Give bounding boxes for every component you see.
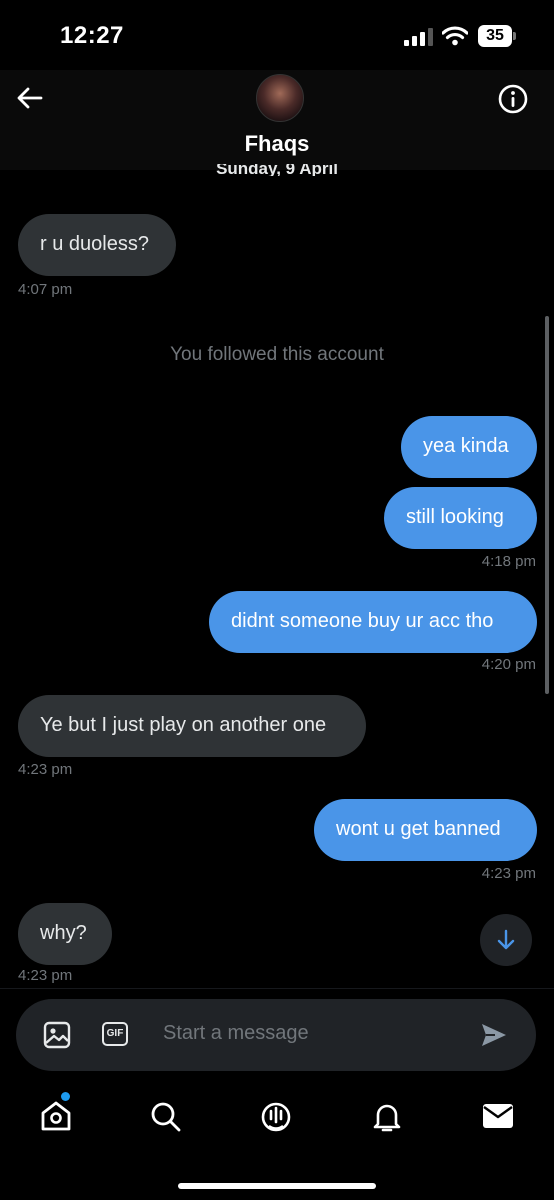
battery-cap-icon: [513, 32, 516, 40]
message-bubble-outgoing[interactable]: still looking: [384, 487, 537, 549]
bottom-navigation: [0, 1080, 554, 1200]
gif-icon: GIF: [106, 1028, 124, 1039]
message-timestamp: 4:23 pm: [18, 761, 73, 778]
wifi-icon: [442, 26, 468, 46]
image-icon[interactable]: [43, 1021, 71, 1049]
send-icon[interactable]: [480, 1022, 508, 1048]
message-bubble-outgoing[interactable]: yea kinda: [401, 416, 537, 478]
message-bubble-outgoing[interactable]: wont u get banned: [314, 799, 537, 861]
cellular-signal-icon: [404, 28, 433, 46]
back-arrow-icon[interactable]: [14, 82, 46, 114]
home-icon[interactable]: [38, 1098, 74, 1134]
search-icon[interactable]: [149, 1100, 183, 1134]
scroll-down-icon: [497, 929, 515, 950]
message-timestamp: 4:07 pm: [18, 281, 73, 298]
notifications-icon[interactable]: [370, 1100, 404, 1134]
message-bubble-incoming[interactable]: why?: [18, 903, 112, 965]
contact-name[interactable]: Fhaqs: [0, 131, 554, 157]
gif-button[interactable]: GIF: [102, 1022, 128, 1046]
message-bubble-incoming[interactable]: r u duoless?: [18, 214, 176, 276]
info-icon[interactable]: [497, 83, 529, 115]
avatar[interactable]: [256, 74, 304, 122]
message-input[interactable]: Start a message: [163, 1022, 309, 1045]
battery-level: 35: [486, 27, 504, 44]
battery-indicator: 35: [478, 25, 512, 47]
scroll-to-bottom-button[interactable]: [480, 914, 532, 966]
messages-icon[interactable]: [482, 1102, 514, 1130]
spaces-icon[interactable]: [259, 1100, 293, 1134]
message-timestamp: 4:20 pm: [481, 656, 536, 673]
message-timestamp: 4:23 pm: [481, 865, 536, 882]
scrollbar[interactable]: [545, 316, 549, 694]
status-time: 12:27: [60, 22, 124, 49]
home-indicator: [178, 1183, 376, 1189]
message-bubble-outgoing[interactable]: didnt someone buy ur acc tho: [209, 591, 537, 653]
message-timestamp: 4:18 pm: [481, 553, 536, 570]
notification-dot: [61, 1092, 70, 1101]
message-timestamp: 4:23 pm: [18, 967, 73, 984]
system-message: You followed this account: [170, 344, 384, 365]
message-bubble-incoming[interactable]: Ye but I just play on another one: [18, 695, 366, 757]
date-divider: Sunday, 9 April: [216, 164, 338, 176]
